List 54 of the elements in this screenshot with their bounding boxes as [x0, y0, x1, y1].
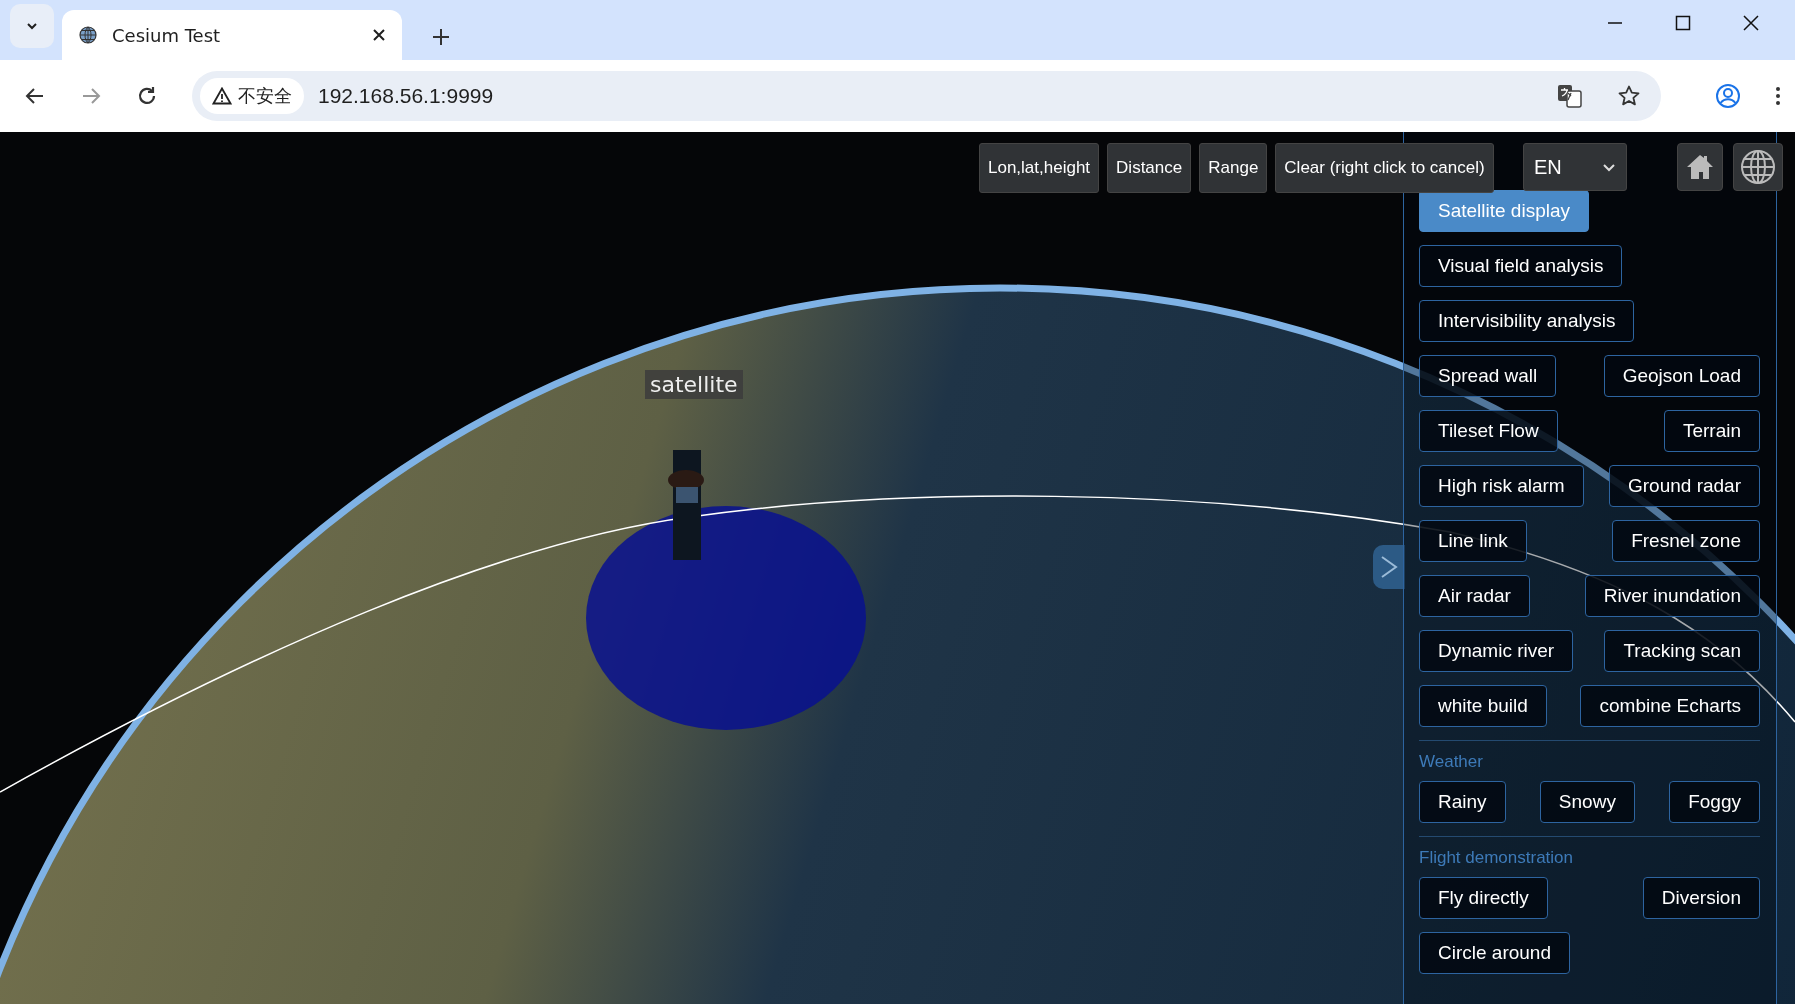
panel-button[interactable]: Fresnel zone — [1612, 520, 1760, 562]
panel-button[interactable]: Satellite display — [1419, 190, 1590, 232]
panel-button[interactable]: Foggy — [1669, 781, 1760, 823]
panel-button[interactable]: Fly directly — [1419, 877, 1548, 919]
warning-icon — [212, 87, 232, 105]
collapse-panel-button[interactable] — [1373, 545, 1405, 589]
satellite-label: satellite — [645, 370, 743, 399]
section-heading: Flight demonstration — [1419, 848, 1575, 868]
security-label: 不安全 — [238, 85, 292, 108]
chevron-right-icon — [1379, 554, 1399, 580]
reload-icon[interactable] — [136, 85, 158, 107]
panel-button[interactable]: Terrain — [1663, 410, 1760, 452]
panel-button[interactable]: combine Echarts — [1580, 685, 1760, 727]
tool-button[interactable]: Range — [1199, 143, 1268, 193]
panel-button[interactable]: Tileset Flow — [1419, 410, 1558, 452]
maximize-icon[interactable] — [1674, 14, 1692, 32]
panel-button[interactable]: Ground radar — [1609, 465, 1760, 507]
language-select[interactable]: EN — [1523, 143, 1627, 191]
panel-button[interactable]: Visual field analysis — [1419, 245, 1623, 287]
panel-button[interactable]: High risk alarm — [1419, 465, 1584, 507]
close-icon[interactable] — [372, 28, 386, 42]
globe-icon — [1739, 148, 1777, 186]
panel-button[interactable]: Line link — [1419, 520, 1527, 562]
panel-button[interactable]: Geojson Load — [1603, 355, 1760, 397]
star-icon[interactable] — [1617, 84, 1641, 108]
home-icon — [1685, 152, 1715, 182]
panel-button[interactable]: Diversion — [1642, 877, 1760, 919]
menu-icon[interactable] — [1775, 85, 1781, 107]
tool-button[interactable]: Distance — [1107, 143, 1192, 193]
tab-title: Cesium Test — [112, 24, 222, 46]
panel-button[interactable]: white build — [1419, 685, 1547, 727]
home-button[interactable] — [1677, 143, 1723, 191]
translate-icon[interactable] — [1557, 84, 1583, 108]
panel-button[interactable]: Circle around — [1419, 932, 1570, 974]
panel-button[interactable]: Tracking scan — [1604, 630, 1760, 672]
close-icon[interactable] — [1742, 14, 1760, 32]
new-tab-icon[interactable] — [432, 28, 450, 46]
globe-button[interactable] — [1733, 143, 1783, 191]
panel-button[interactable]: River inundation — [1584, 575, 1760, 617]
tool-button[interactable]: Lon,lat,height — [979, 143, 1100, 193]
url-text: 192.168.56.1:9999 — [318, 84, 494, 108]
panel-button[interactable]: Spread wall — [1419, 355, 1557, 397]
security-chip[interactable]: 不安全 — [200, 78, 304, 114]
section-heading: Weather — [1419, 752, 1484, 772]
panel-button[interactable]: Snowy — [1539, 781, 1635, 823]
panel-button[interactable]: Air radar — [1419, 575, 1530, 617]
panel-button[interactable]: Intervisibility analysis — [1419, 300, 1635, 342]
browser-tab[interactable]: Cesium Test — [62, 10, 402, 60]
panel-button[interactable]: Dynamic river — [1419, 630, 1574, 672]
tool-button[interactable]: Clear (right click to cancel) — [1275, 143, 1494, 193]
profile-icon[interactable] — [1715, 83, 1741, 109]
panel-button[interactable]: Rainy — [1419, 781, 1506, 823]
globe-icon — [78, 25, 98, 45]
address-bar[interactable]: 不安全 192.168.56.1:9999 — [192, 71, 1661, 121]
